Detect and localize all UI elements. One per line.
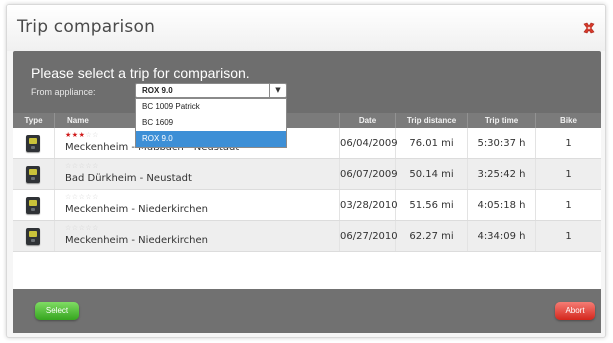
rating-stars[interactable]: ☆☆☆☆☆	[65, 193, 99, 201]
star-empty-icon[interactable]: ☆	[92, 162, 99, 170]
distance-cell: 76.01 mi	[396, 128, 468, 158]
table-row[interactable]: ☆☆☆☆☆ Bad Dürkheim - Neustadt 06/07/2009…	[13, 159, 601, 190]
column-header-time[interactable]: Trip time	[468, 113, 536, 128]
bike-cell: 1	[565, 169, 572, 180]
bike-computer-icon	[26, 166, 40, 183]
appliance-label: From appliance:	[31, 87, 96, 97]
column-header-type[interactable]: Type	[13, 113, 55, 128]
dialog-footer: Select Abort	[13, 289, 601, 333]
trip-table: Type Name Date Trip distance Trip time B…	[13, 113, 601, 289]
time-cell: 5:30:37 h	[468, 128, 536, 158]
abort-button[interactable]: Abort	[555, 302, 595, 320]
selection-prompt: Please select a trip for comparison.	[31, 65, 250, 81]
star-empty-icon[interactable]: ☆	[92, 224, 99, 232]
appliance-option-selected[interactable]: ROX 9.0	[136, 131, 286, 147]
name-cell: ☆☆☆☆☆ Meckenheim - Niederkirchen	[55, 190, 340, 220]
bike-computer-icon	[26, 197, 40, 214]
type-cell	[13, 128, 55, 158]
type-cell	[13, 221, 55, 251]
table-header: Type Name Date Trip distance Trip time B…	[13, 113, 601, 128]
column-header-bike[interactable]: Bike	[536, 113, 601, 128]
rating-stars[interactable]: ☆☆☆☆☆	[65, 224, 99, 232]
select-button[interactable]: Select	[35, 302, 79, 320]
type-cell	[13, 190, 55, 220]
distance-cell: 51.56 mi	[396, 190, 468, 220]
date-cell: 03/28/2010	[340, 190, 398, 220]
star-empty-icon[interactable]: ☆	[72, 193, 79, 201]
bike-cell: 1	[565, 200, 572, 211]
star-empty-icon[interactable]: ☆	[72, 224, 79, 232]
trip-name: Bad Dürkheim - Neustadt	[65, 173, 192, 184]
rating-stars[interactable]: ★★★☆☆	[65, 131, 99, 139]
type-cell	[13, 159, 55, 189]
star-empty-icon[interactable]: ☆	[65, 224, 72, 232]
star-filled-icon[interactable]: ★	[65, 131, 72, 139]
time-cell: 3:25:42 h	[468, 159, 536, 189]
table-row[interactable]: ☆☆☆☆☆ Meckenheim - Niederkirchen 03/28/2…	[13, 190, 601, 221]
star-empty-icon[interactable]: ☆	[65, 193, 72, 201]
star-empty-icon[interactable]: ☆	[92, 131, 99, 139]
dialog-title: Trip comparison	[17, 17, 156, 37]
distance-cell: 50.14 mi	[396, 159, 468, 189]
trip-name: Meckenheim - Niederkirchen	[65, 204, 208, 215]
trip-comparison-dialog: Trip comparison Please select a trip for…	[6, 4, 606, 338]
name-cell: ☆☆☆☆☆ Meckenheim - Niederkirchen	[55, 221, 340, 251]
date-cell: 06/07/2009	[340, 159, 398, 189]
appliance-option[interactable]: BC 1009 Patrick	[136, 99, 286, 115]
appliance-dropdown-list: BC 1009 Patrick BC 1609 ROX 9.0	[135, 98, 287, 148]
bike-computer-icon	[26, 135, 40, 152]
table-row[interactable]: ☆☆☆☆☆ Meckenheim - Niederkirchen 06/27/2…	[13, 221, 601, 252]
bike-cell: 1	[565, 231, 572, 242]
trip-name: Meckenheim - Niederkirchen	[65, 235, 208, 246]
bike-cell: 1	[565, 138, 572, 149]
time-cell: 4:34:09 h	[468, 221, 536, 251]
column-header-date[interactable]: Date	[340, 113, 396, 128]
chevron-down-icon[interactable]: ▼	[269, 84, 286, 97]
appliance-select-value: ROX 9.0	[142, 86, 173, 95]
bike-computer-icon	[26, 228, 40, 245]
name-cell: ☆☆☆☆☆ Bad Dürkheim - Neustadt	[55, 159, 340, 189]
dialog-titlebar: Trip comparison	[7, 5, 605, 51]
rating-stars[interactable]: ☆☆☆☆☆	[65, 162, 99, 170]
star-empty-icon[interactable]: ☆	[65, 162, 72, 170]
column-header-distance[interactable]: Trip distance	[396, 113, 468, 128]
time-cell: 4:05:18 h	[468, 190, 536, 220]
star-empty-icon[interactable]: ☆	[92, 193, 99, 201]
table-row[interactable]: ★★★☆☆ Meckenheim - Mußbach - Neustadt 06…	[13, 128, 601, 159]
distance-cell: 62.27 mi	[396, 221, 468, 251]
appliance-select[interactable]: ROX 9.0 ▼	[135, 83, 287, 98]
star-filled-icon[interactable]: ★	[72, 131, 79, 139]
selection-panel: Please select a trip for comparison. Fro…	[13, 51, 601, 333]
table-body: ★★★☆☆ Meckenheim - Mußbach - Neustadt 06…	[13, 128, 601, 252]
star-empty-icon[interactable]: ☆	[72, 162, 79, 170]
date-cell: 06/27/2010	[340, 221, 398, 251]
close-icon[interactable]	[581, 20, 597, 36]
appliance-option[interactable]: BC 1609	[136, 115, 286, 131]
date-cell: 06/04/2009	[340, 128, 398, 158]
